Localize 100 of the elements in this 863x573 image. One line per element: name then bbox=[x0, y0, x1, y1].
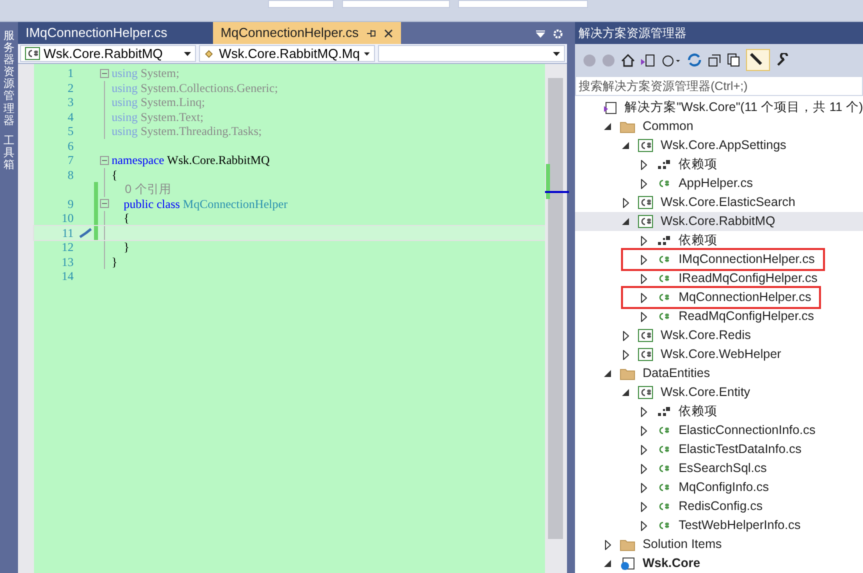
tree-item-label: ReadMqConfigHelper.cs bbox=[678, 308, 814, 326]
collapsed-icon[interactable] bbox=[640, 178, 647, 188]
type-dropdown[interactable]: Wsk.Core.RabbitMQ.Mq bbox=[198, 45, 375, 62]
caret-icon[interactable] bbox=[184, 52, 191, 56]
side-tab[interactable]: 工具箱 bbox=[3, 134, 14, 172]
tree-item[interactable]: Wsk.Core.RabbitMQ bbox=[574, 212, 863, 231]
editor-tab[interactable]: IMqConnectionHelper.cs bbox=[18, 22, 213, 44]
tree-item[interactable]: Wsk.Core.Entity bbox=[574, 383, 863, 402]
expanded-icon[interactable] bbox=[604, 560, 612, 567]
collapsed-icon[interactable] bbox=[640, 406, 647, 416]
copy-icon[interactable] bbox=[726, 53, 740, 67]
window-icon[interactable] bbox=[640, 54, 655, 66]
side-tab[interactable]: 服务器资源管理器 bbox=[3, 30, 14, 127]
csharp-file-icon bbox=[658, 426, 670, 435]
tree-item[interactable]: ReadMqConfigHelper.cs bbox=[574, 307, 863, 326]
refresh-icon[interactable] bbox=[686, 53, 702, 67]
collapsed-icon[interactable] bbox=[640, 254, 647, 264]
collapse-all-icon[interactable] bbox=[708, 54, 721, 66]
tree-item[interactable]: 依赖项 bbox=[574, 231, 863, 250]
collapsed-icon[interactable] bbox=[640, 274, 647, 284]
tree-item[interactable]: IMqConnectionHelper.cs bbox=[574, 250, 863, 269]
collapsed-icon[interactable] bbox=[640, 482, 647, 492]
collapsed-icon[interactable] bbox=[640, 292, 647, 302]
tree-item-label: AppHelper.cs bbox=[678, 175, 753, 192]
tree-item[interactable]: MqConfigInfo.cs bbox=[574, 478, 863, 497]
collapsed-icon[interactable] bbox=[640, 312, 647, 322]
tree-item-label: Solution Items bbox=[642, 536, 722, 554]
collapsed-icon[interactable] bbox=[640, 426, 647, 436]
line-number: 2 bbox=[66, 80, 75, 97]
settings-icon[interactable] bbox=[552, 29, 563, 39]
tree-item[interactable]: DataEntities bbox=[574, 364, 863, 383]
csharp-file-icon bbox=[658, 312, 670, 321]
line-number: 7 bbox=[66, 152, 75, 170]
collapsed-icon[interactable] bbox=[640, 464, 647, 474]
tree-item[interactable]: Wsk.Core bbox=[574, 554, 863, 573]
tree-item[interactable]: MqConnectionHelper.cs bbox=[574, 288, 863, 307]
tree-item[interactable]: 依赖项 bbox=[574, 402, 863, 421]
collapsed-icon[interactable] bbox=[640, 160, 647, 170]
tree-item[interactable]: Solution Items bbox=[574, 535, 863, 554]
home-icon[interactable] bbox=[620, 54, 635, 66]
line-number: 12 bbox=[60, 239, 75, 256]
tree-item[interactable]: EsSearchSql.cs bbox=[574, 459, 863, 478]
tree-item-label: IMqConnectionHelper.cs bbox=[678, 251, 815, 268]
line-number: 10 bbox=[60, 210, 75, 228]
expanded-icon[interactable] bbox=[604, 123, 612, 130]
tree-item[interactable]: 解决方案"Wsk.Core"(11 个项目，共 11 个) bbox=[574, 98, 863, 117]
collapsed-icon[interactable] bbox=[622, 330, 629, 340]
tree-item[interactable]: TestWebHelperInfo.cs bbox=[574, 516, 863, 535]
collapsed-icon[interactable] bbox=[640, 502, 647, 512]
search-field[interactable]: 搜索解决方案资源管理器(Ctrl+;) bbox=[574, 76, 863, 96]
collapsed-icon[interactable] bbox=[640, 236, 647, 246]
tree-item[interactable]: Wsk.Core.AppSettings bbox=[574, 136, 863, 155]
code-line: namespace Wsk.Core.RabbitMQ bbox=[112, 152, 270, 170]
tree-item[interactable]: ElasticTestDataInfo.cs bbox=[574, 440, 863, 459]
line-number: 8 bbox=[66, 166, 75, 184]
caret-icon[interactable] bbox=[364, 52, 370, 56]
tree-item-label: 依赖项 bbox=[678, 403, 718, 420]
tree-item[interactable]: AppHelper.cs bbox=[574, 174, 863, 193]
expanded-icon[interactable] bbox=[604, 370, 612, 377]
dropdown-icon[interactable] bbox=[536, 30, 545, 38]
close-icon[interactable] bbox=[384, 28, 393, 38]
tree-item[interactable]: 依赖项 bbox=[574, 155, 863, 174]
collapsed-icon[interactable] bbox=[640, 520, 647, 530]
editor-tab[interactable]: MqConnectionHelper.cs bbox=[212, 22, 401, 44]
tree-item[interactable]: Common bbox=[574, 117, 863, 136]
collapse-icon[interactable] bbox=[100, 156, 110, 165]
collapse-icon[interactable] bbox=[100, 199, 110, 208]
expanded-icon[interactable] bbox=[622, 389, 630, 396]
code-line: public class MqConnectionHelper bbox=[122, 196, 288, 213]
caret-icon[interactable] bbox=[552, 52, 560, 56]
collapsed-icon[interactable] bbox=[604, 540, 611, 550]
folder-icon bbox=[620, 368, 636, 380]
collapsed-icon[interactable] bbox=[640, 444, 647, 454]
dependencies-icon bbox=[658, 406, 670, 416]
csharp-project-icon bbox=[638, 215, 654, 228]
line-number: 9 bbox=[66, 196, 75, 213]
tree-item[interactable]: Wsk.Core.WebHelper bbox=[574, 345, 863, 364]
project-dropdown[interactable]: Wsk.Core.RabbitMQ bbox=[20, 45, 196, 62]
tree-item-label: 依赖项 bbox=[678, 156, 718, 174]
csharp-file-icon bbox=[658, 274, 670, 283]
tree-item-label: Wsk.Core.Entity bbox=[660, 384, 750, 402]
tree-item[interactable]: ElasticConnectionInfo.cs bbox=[574, 421, 863, 440]
tree-item-label: Common bbox=[642, 118, 694, 136]
tree-item[interactable]: RedisConfig.cs bbox=[574, 497, 863, 516]
collapsed-icon[interactable] bbox=[622, 350, 629, 360]
tree-item[interactable]: Wsk.Core.ElasticSearch bbox=[574, 193, 863, 212]
code-line: using System; bbox=[112, 65, 180, 82]
tree-item[interactable]: Wsk.Core.Redis bbox=[574, 326, 863, 345]
scrollbar[interactable] bbox=[544, 64, 567, 573]
tree-item-label: Wsk.Core.ElasticSearch bbox=[660, 194, 796, 212]
tree-item[interactable]: IReadMqConfigHelper.cs bbox=[574, 269, 863, 288]
tree-item-label: ElasticConnectionInfo.cs bbox=[678, 422, 816, 440]
pin-icon[interactable] bbox=[366, 28, 376, 38]
expanded-icon[interactable] bbox=[622, 142, 630, 149]
code-line: } bbox=[112, 254, 118, 271]
collapse-icon[interactable] bbox=[100, 68, 110, 78]
csharp-file-icon bbox=[658, 502, 670, 511]
collapsed-icon[interactable] bbox=[622, 198, 629, 208]
tree-item-label: Wsk.Core.WebHelper bbox=[660, 346, 782, 364]
expanded-icon[interactable] bbox=[622, 218, 630, 225]
